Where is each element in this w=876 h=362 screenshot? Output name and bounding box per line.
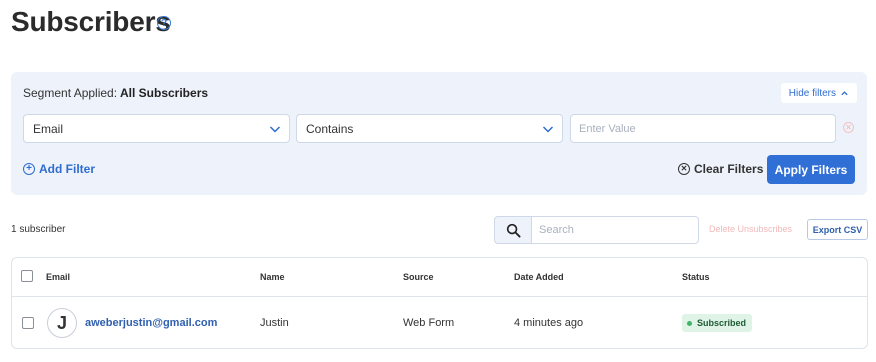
- segment-value: All Subscribers: [120, 86, 209, 100]
- search-input[interactable]: [531, 216, 699, 244]
- chevron-down-icon: [269, 126, 281, 133]
- subscriber-count: 1 subscriber: [11, 224, 66, 235]
- hide-filters-label: Hide filters: [788, 87, 836, 99]
- status-badge: Subscribed: [682, 314, 753, 332]
- row-checkbox[interactable]: [22, 317, 34, 329]
- chevron-down-icon: [542, 126, 554, 133]
- status-label: Subscribed: [697, 318, 747, 328]
- help-icon[interactable]: ?: [157, 16, 171, 30]
- x-circle-icon: ✕: [678, 163, 690, 175]
- table-header: Email Name Source Date Added Status: [12, 258, 867, 297]
- close-circle-icon[interactable]: ✕: [843, 122, 854, 133]
- search-icon: [506, 223, 521, 238]
- subscriber-date-added: 4 minutes ago: [514, 317, 584, 329]
- filter-operator-select[interactable]: Contains: [296, 114, 563, 143]
- subscriber-source: Web Form: [403, 317, 455, 329]
- filter-field-value: Email: [33, 121, 64, 136]
- export-csv-button[interactable]: Export CSV: [807, 219, 868, 240]
- filter-panel: Segment Applied: All Subscribers Hide fi…: [11, 72, 867, 195]
- filter-value-input[interactable]: [570, 114, 836, 143]
- clear-filters-button[interactable]: ✕ Clear Filters: [678, 162, 763, 176]
- subscriber-email-link[interactable]: aweberjustin@gmail.com: [85, 317, 217, 329]
- add-filter-button[interactable]: + Add Filter: [23, 162, 95, 176]
- delete-unsubscribes-button[interactable]: Delete Unsubscribes: [709, 224, 792, 234]
- subscriber-name: Justin: [260, 317, 289, 329]
- page-title: Subscribers: [11, 6, 171, 37]
- select-all-checkbox[interactable]: [21, 270, 33, 282]
- avatar: J: [47, 308, 77, 338]
- column-header-source[interactable]: Source: [403, 272, 434, 282]
- add-filter-label: Add Filter: [39, 162, 95, 176]
- segment-label: Segment Applied:: [23, 86, 118, 100]
- apply-filters-button[interactable]: Apply Filters: [767, 155, 855, 184]
- chevron-up-icon: [841, 90, 848, 95]
- filter-operator-value: Contains: [306, 121, 354, 136]
- clear-filters-label: Clear Filters: [694, 162, 764, 176]
- plus-circle-icon: +: [23, 163, 35, 175]
- hide-filters-button[interactable]: Hide filters: [780, 83, 857, 103]
- column-header-status[interactable]: Status: [682, 272, 710, 282]
- status-dot-icon: [687, 320, 692, 326]
- filter-field-select[interactable]: Email: [23, 114, 290, 143]
- search-button[interactable]: [494, 216, 532, 244]
- column-header-name[interactable]: Name: [260, 272, 285, 282]
- column-header-date-added[interactable]: Date Added: [514, 272, 564, 282]
- column-header-email[interactable]: Email: [46, 272, 70, 282]
- subscribers-table: Email Name Source Date Added Status J aw…: [11, 257, 868, 349]
